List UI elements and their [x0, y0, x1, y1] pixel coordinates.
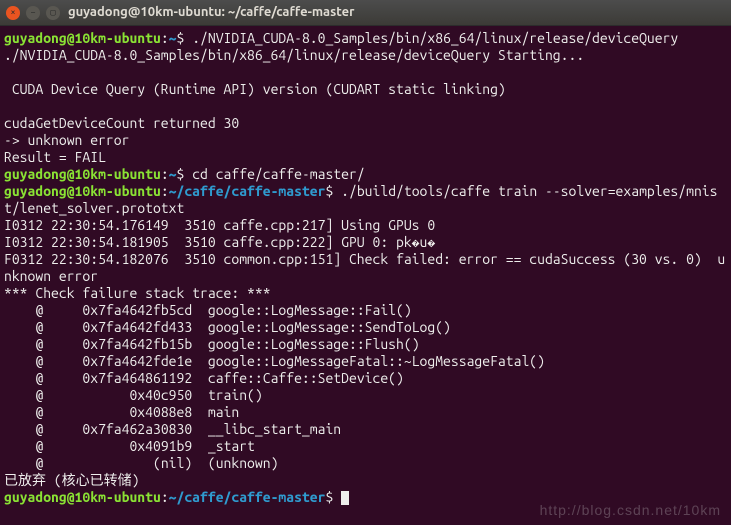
prompt-sep: :: [161, 489, 169, 505]
prompt-dollar: $: [177, 30, 193, 46]
prompt-sep: :: [161, 30, 169, 46]
minimize-icon[interactable]: −: [26, 6, 40, 20]
prompt-user-host: guyadong@10km-ubuntu: [4, 489, 161, 505]
prompt-dollar: $: [325, 489, 341, 505]
prompt-path: ~: [169, 30, 177, 46]
output-line: I0312 22:30:54.181905 3510 caffe.cpp:222…: [4, 234, 435, 250]
output-line: CUDA Device Query (Runtime API) version …: [4, 81, 506, 97]
output-line: Result = FAIL: [4, 149, 106, 165]
output-line: 已放弃 (核心已转储): [4, 472, 140, 488]
window-controls: × − ▢: [6, 6, 60, 20]
output-line: @ 0x7fa4642fb5cd google::LogMessage::Fai…: [4, 302, 412, 318]
window-title: guyadong@10km-ubuntu: ~/caffe/caffe-mast…: [68, 4, 355, 21]
output-line: -> unknown error: [4, 132, 129, 148]
output-line: ./NVIDIA_CUDA-8.0_Samples/bin/x86_64/lin…: [4, 47, 584, 63]
output-line: @ 0x4088e8 main: [4, 404, 239, 420]
output-line: *** Check failure stack trace: ***: [4, 285, 271, 301]
output-line: @ (nil) (unknown): [4, 455, 278, 471]
output-line: F0312 22:30:54.182076 3510 common.cpp:15…: [4, 251, 725, 284]
output-line: @ 0x7fa4642fde1e google::LogMessageFatal…: [4, 353, 545, 369]
command-text: ./NVIDIA_CUDA-8.0_Samples/bin/x86_64/lin…: [192, 30, 678, 46]
prompt-dollar: $: [325, 183, 341, 199]
prompt-user-host: guyadong@10km-ubuntu: [4, 183, 161, 199]
output-line: @ 0x4091b9 _start: [4, 438, 255, 454]
output-line: I0312 22:30:54.176149 3510 caffe.cpp:217…: [4, 217, 435, 233]
watermark-text: http://blog.csdn.net/10km: [540, 502, 721, 519]
prompt-user-host: guyadong@10km-ubuntu: [4, 166, 161, 182]
output-line: @ 0x7fa464861192 caffe::Caffe::SetDevice…: [4, 370, 404, 386]
prompt-path: ~/caffe/caffe-master: [169, 183, 326, 199]
close-icon[interactable]: ×: [6, 6, 20, 20]
command-text: cd caffe/caffe-master/: [192, 166, 364, 182]
prompt-path: ~: [169, 166, 177, 182]
prompt-dollar: $: [177, 166, 193, 182]
output-line: @ 0x40c950 train(): [4, 387, 263, 403]
prompt-sep: :: [161, 166, 169, 182]
output-line: @ 0x7fa4642fb15b google::LogMessage::Flu…: [4, 336, 420, 352]
prompt-user-host: guyadong@10km-ubuntu: [4, 30, 161, 46]
titlebar: × − ▢ guyadong@10km-ubuntu: ~/caffe/caff…: [0, 0, 731, 26]
prompt-sep: :: [161, 183, 169, 199]
output-line: @ 0x7fa462a30830 __libc_start_main: [4, 421, 341, 437]
output-line: @ 0x7fa4642fd433 google::LogMessage::Sen…: [4, 319, 451, 335]
prompt-path: ~/caffe/caffe-master: [169, 489, 326, 505]
cursor-icon: [341, 491, 349, 505]
maximize-icon[interactable]: ▢: [46, 6, 60, 20]
output-line: cudaGetDeviceCount returned 30: [4, 115, 239, 131]
terminal-content[interactable]: guyadong@10km-ubuntu:~$ ./NVIDIA_CUDA-8.…: [0, 26, 731, 506]
